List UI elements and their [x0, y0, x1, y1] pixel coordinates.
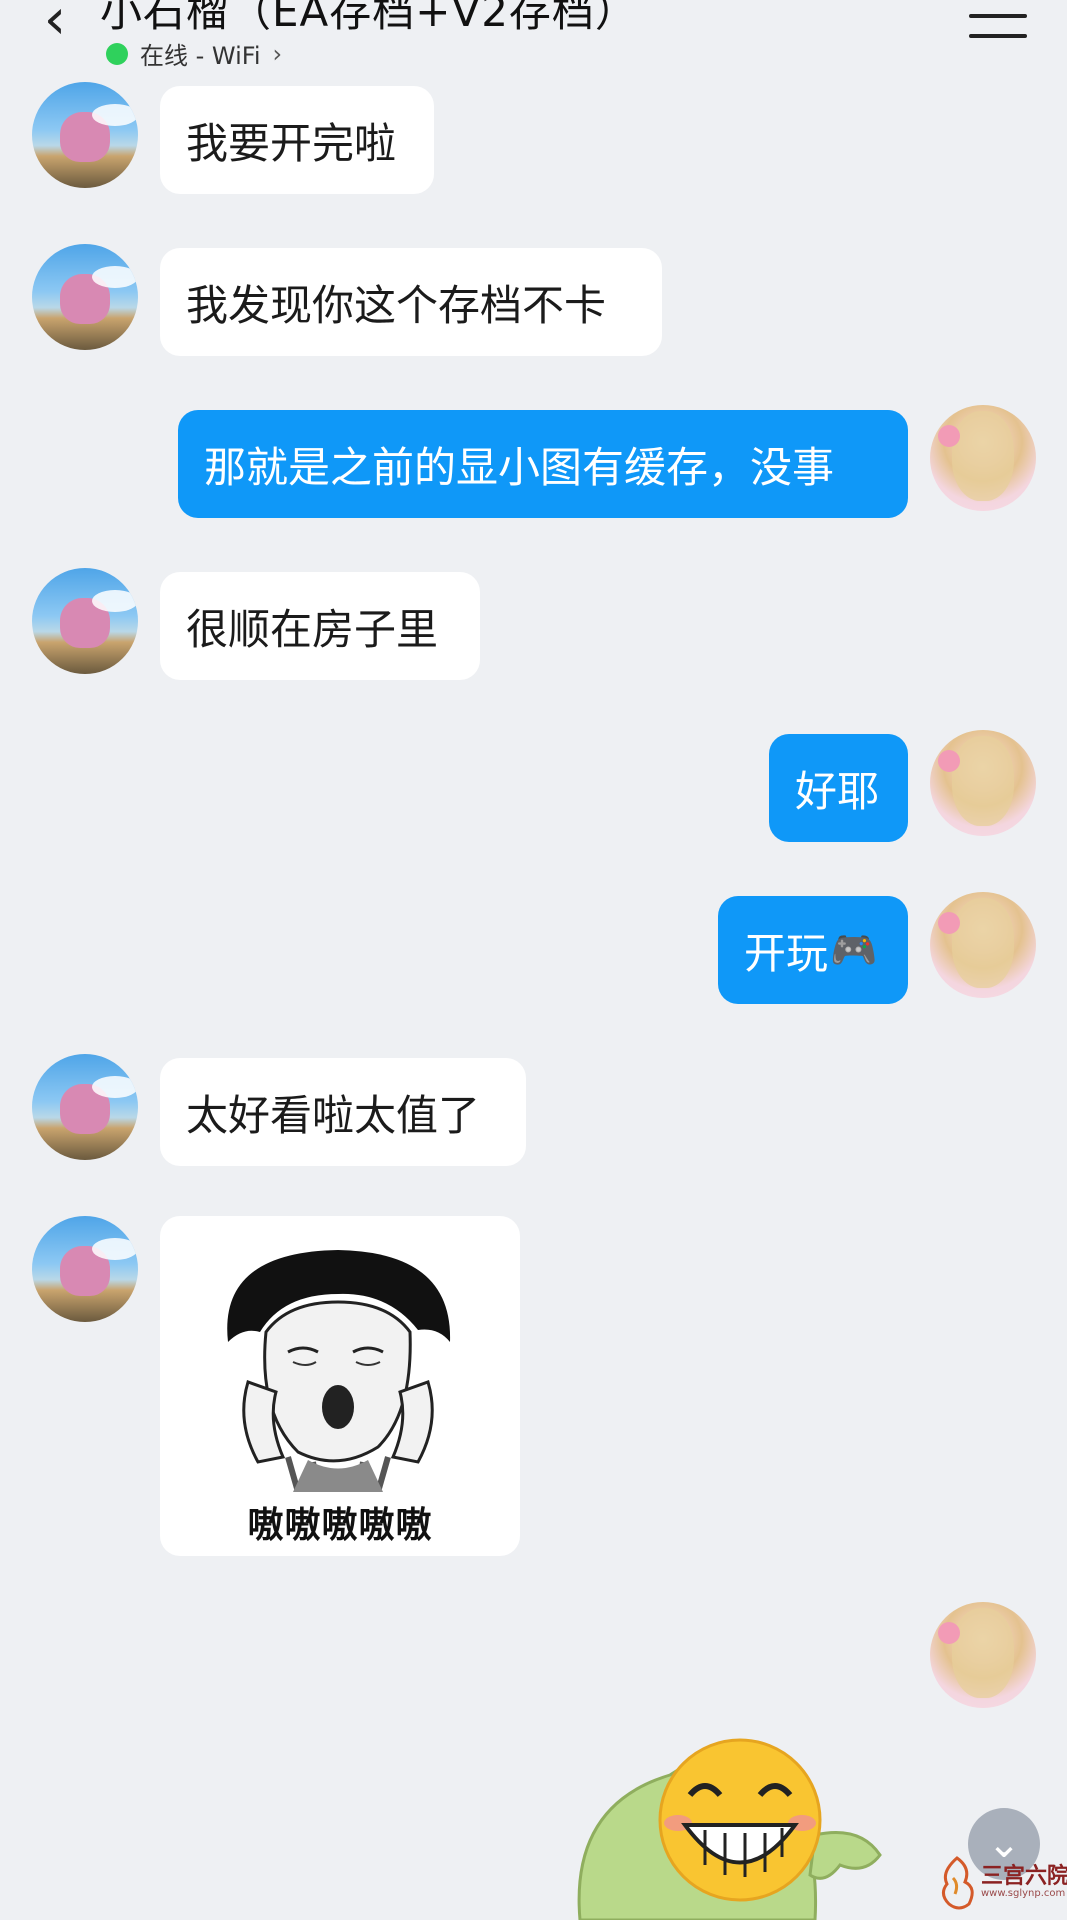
message-text: 开玩	[744, 928, 829, 978]
my-avatar[interactable]	[930, 730, 1036, 836]
laughing-frog-illustration	[577, 1738, 882, 1920]
message-bubble-incoming[interactable]: 我要开完啦	[160, 86, 434, 194]
online-status[interactable]: 在线 - WiFi ›	[106, 36, 282, 71]
message-bubble-outgoing[interactable]: 开玩 🎮	[718, 896, 908, 1004]
message-text: 那就是之前的显小图有缓存，没事	[204, 442, 835, 492]
chat-title[interactable]: 小石榴（EA存档+V2存档）	[100, 0, 638, 39]
message-text: 太好看啦太值了	[186, 1090, 481, 1140]
watermark-text: 三宫六院	[981, 1864, 1067, 1889]
message-bubble-incoming[interactable]: 我发现你这个存档不卡	[160, 248, 662, 356]
watermark-url: www.sglynp.com	[981, 1888, 1066, 1899]
meme-caption: 嗷嗷嗷嗷嗷	[247, 1505, 433, 1546]
laughing-frog-sticker[interactable]	[560, 1715, 905, 1920]
game-controller-icon: 🎮	[830, 927, 878, 972]
online-dot-icon	[106, 42, 128, 65]
contact-avatar[interactable]	[32, 244, 138, 350]
chevron-right-icon: ›	[272, 39, 283, 68]
message-text: 我发现你这个存档不卡	[186, 280, 607, 330]
watermark-logo: 三宫六院 www.sglynp.com	[935, 1850, 1067, 1916]
message-text: 好耶	[795, 766, 880, 816]
hamburger-menu-icon[interactable]	[969, 0, 1027, 38]
contact-avatar[interactable]	[32, 1216, 138, 1322]
status-text: 在线 - WiFi	[140, 42, 261, 70]
my-avatar[interactable]	[930, 1602, 1036, 1708]
contact-avatar[interactable]	[32, 1054, 138, 1160]
my-avatar[interactable]	[930, 405, 1036, 511]
contact-avatar[interactable]	[32, 568, 138, 674]
meme-face-illustration	[227, 1250, 451, 1492]
phoenix-logo-icon	[942, 1856, 974, 1910]
message-bubble-incoming[interactable]: 很顺在房子里	[160, 572, 480, 680]
back-button[interactable]: ‹	[30, 0, 80, 50]
message-bubble-outgoing[interactable]: 好耶	[769, 734, 908, 842]
my-avatar[interactable]	[930, 892, 1036, 998]
meme-sticker[interactable]: 嗷嗷嗷嗷嗷	[160, 1216, 520, 1556]
message-text: 很顺在房子里	[186, 604, 439, 654]
message-bubble-outgoing[interactable]: 那就是之前的显小图有缓存，没事	[178, 410, 908, 518]
contact-avatar[interactable]	[32, 82, 138, 188]
message-bubble-incoming[interactable]: 太好看啦太值了	[160, 1058, 526, 1166]
message-text: 我要开完啦	[186, 118, 397, 168]
chat-header: ‹ 小石榴（EA存档+V2存档） 在线 - WiFi ›	[0, 0, 1067, 80]
chevron-left-icon: ‹	[43, 0, 67, 52]
